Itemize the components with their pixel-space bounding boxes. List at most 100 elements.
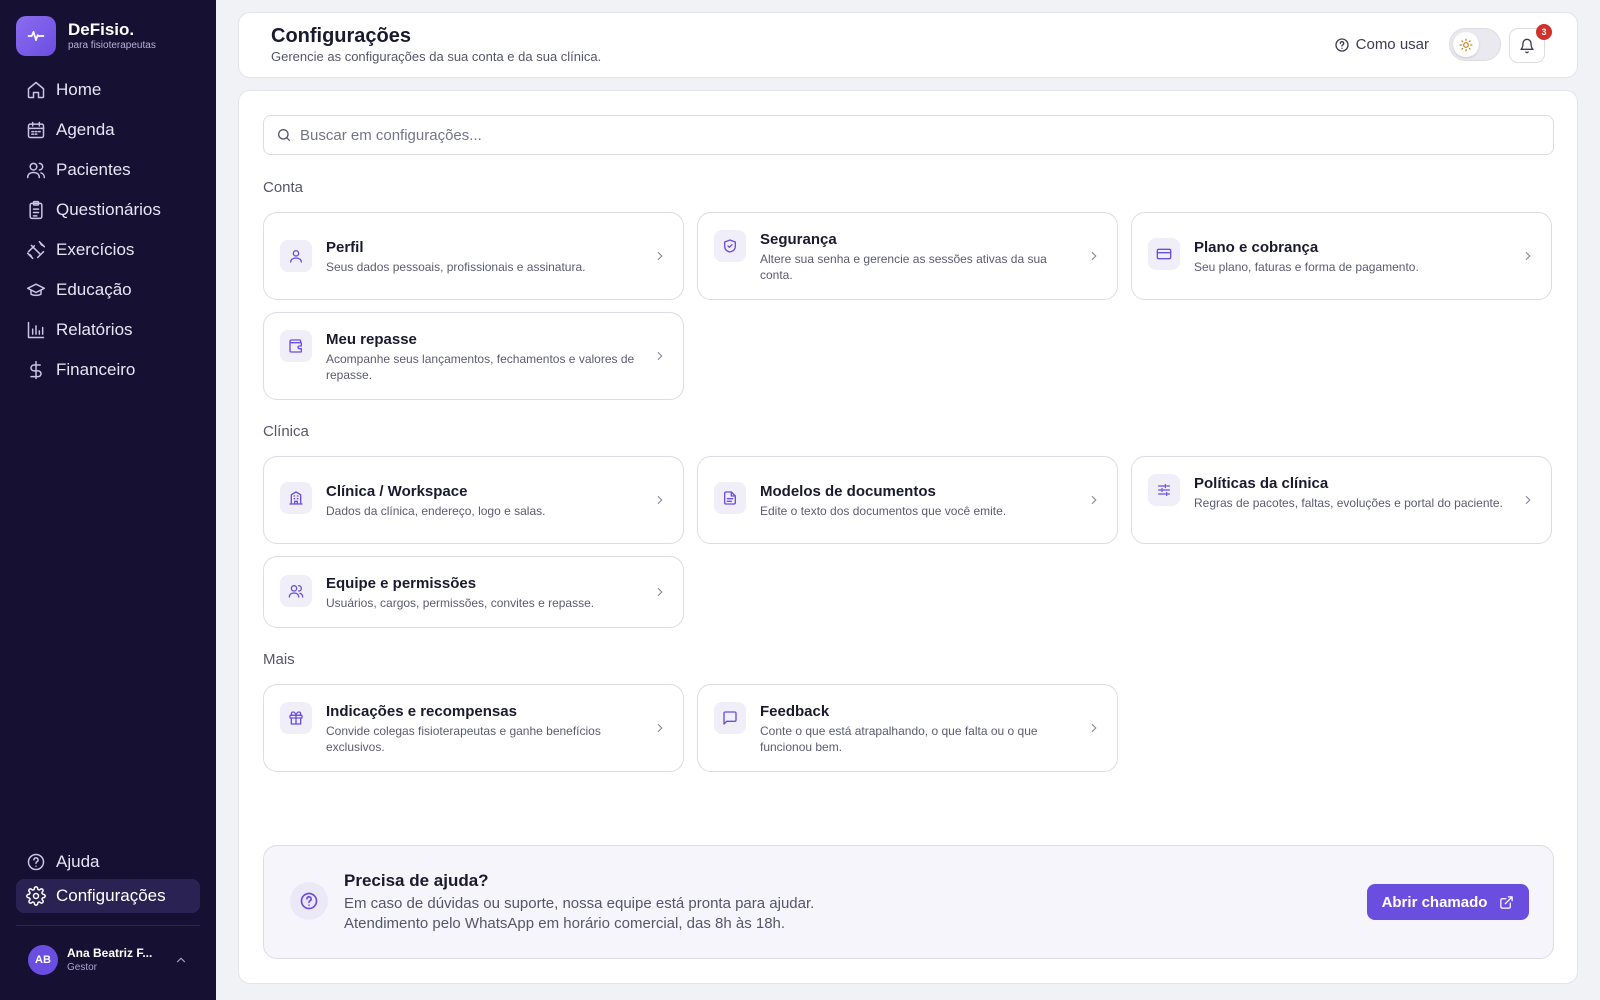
card-description: Seus dados pessoais, profissionais e ass… [326,260,586,274]
bottom-nav: Ajuda Configurações [16,845,200,913]
settings-panel: Conta Perfil Seus dados pessoais, profis… [238,90,1578,984]
section-label-mais: Mais [263,651,295,668]
chevron-right-icon [1525,495,1531,505]
nav-label: Educação [56,280,132,299]
nav-label: Configurações [56,886,166,905]
nav-label: Pacientes [56,160,131,179]
chevron-right-icon [1091,251,1097,261]
gift-icon [280,702,312,734]
how-to-button[interactable]: Como usar [1334,36,1429,53]
settings-card-repasse[interactable]: Meu repasse Acompanhe seus lançamentos, … [263,312,684,400]
card-title: Plano e cobrança [1194,239,1319,256]
open-ticket-label: Abrir chamado [1381,893,1488,911]
nav-item-financeiro[interactable]: Financeiro [16,353,200,387]
help-circle-icon [290,882,328,920]
card-description: Edite o texto dos documentos que você em… [760,504,1007,518]
settings-card-plano[interactable]: Plano e cobrança Seu plano, faturas e fo… [1131,212,1552,300]
settings-card-indicacoes[interactable]: Indicações e recompensas Convide colegas… [263,684,684,772]
page-header: Configurações Gerencie as configurações … [238,12,1578,78]
card-description: Seu plano, faturas e forma de pagamento. [1194,260,1419,274]
help-title: Precisa de ajuda? [344,871,489,890]
settings-card-feedback[interactable]: Feedback Conte o que está atrapalhando, … [697,684,1118,772]
nav-label: Agenda [56,120,115,139]
graduation-cap-icon [26,283,46,297]
nav-label: Questionários [56,200,161,219]
search-bar[interactable] [263,115,1554,155]
gear-icon [26,886,46,906]
nav-item-ajuda[interactable]: Ajuda [16,845,200,879]
user-icon [280,240,312,272]
nav-label: Exercícios [56,240,135,259]
wallet-icon [280,330,312,362]
help-circle-icon [1334,37,1349,52]
card-title: Clínica / Workspace [326,483,468,500]
settings-card-politicas[interactable]: Políticas da clínica Regras de pacotes, … [1131,456,1552,544]
brand-name: DeFisio. [68,20,135,39]
brand-subtitle: para fisioterapeutas [68,40,156,51]
theme-toggle[interactable] [1449,28,1501,61]
nav-item-exercicios[interactable]: Exercícios [16,233,200,267]
pulse-icon [16,16,56,56]
building-icon [280,482,312,514]
credit-card-icon [1148,238,1180,270]
user-menu[interactable]: AB Ana Beatriz F... Gestor [28,945,188,975]
card-title: Perfil [326,239,364,256]
nav-item-questionarios[interactable]: Questionários [16,193,200,227]
card-description: Dados da clínica, endereço, logo e salas… [326,504,546,518]
chevron-right-icon [657,495,663,505]
open-ticket-button[interactable]: Abrir chamado [1367,884,1529,920]
nav-item-home[interactable]: Home [16,73,200,107]
section-label-conta: Conta [263,179,304,196]
chevron-right-icon [1091,495,1097,505]
external-link-icon [1500,895,1514,909]
card-description: Regras de pacotes, faltas, evoluções e p… [1194,496,1503,510]
user-role: Gestor [67,962,98,973]
settings-card-equipe[interactable]: Equipe e permissões Usuários, cargos, pe… [263,556,684,628]
sun-icon [1453,32,1479,57]
settings-card-modelos[interactable]: Modelos de documentos Edite o texto dos … [697,456,1118,544]
chevron-right-icon [657,251,663,261]
page-subtitle: Gerencie as configurações da sua conta e… [271,49,602,64]
nav-item-pacientes[interactable]: Pacientes [16,153,200,187]
users-icon [26,162,46,179]
help-hours: Atendimento pelo WhatsApp em horário com… [344,915,786,932]
settings-card-clinica[interactable]: Clínica / Workspace Dados da clínica, en… [263,456,684,544]
bar-chart-icon [27,321,45,339]
chevron-right-icon [1525,251,1531,261]
brand[interactable]: DeFisio. para fisioterapeutas [16,16,156,56]
sliders-icon [1148,474,1180,506]
nav-label: Financeiro [56,360,136,379]
dumbbell-icon [26,240,46,260]
nav-item-agenda[interactable]: Agenda [16,113,200,147]
help-text: Em caso de dúvidas ou suporte, nossa equ… [344,895,815,912]
nav-label: Home [56,80,102,99]
nav-item-educacao[interactable]: Educação [16,273,200,307]
settings-card-perfil[interactable]: Perfil Seus dados pessoais, profissionai… [263,212,684,300]
main-nav: Home Agenda Pacientes Questionários Exer… [16,73,200,393]
nav-item-configuracoes[interactable]: Configurações [16,879,200,913]
notification-badge: 3 [1536,24,1552,40]
message-icon [714,702,746,734]
chevron-up-icon [176,957,186,963]
calendar-icon [27,121,45,139]
avatar: AB [28,945,58,975]
chevron-right-icon [1091,723,1097,733]
nav-item-relatorios[interactable]: Relatórios [16,313,200,347]
page-title: Configurações [271,25,412,47]
nav-label: Ajuda [56,852,100,871]
settings-card-seguranca[interactable]: Segurança Altere sua senha e gerencie as… [697,212,1118,300]
notifications-button[interactable]: 3 [1509,24,1552,63]
how-to-label: Como usar [1355,36,1429,53]
card-description: Convide colegas fisioterapeutas e ganhe … [326,724,601,754]
sidebar: DeFisio. para fisioterapeutas Home Agend… [0,0,216,1000]
search-input[interactable] [300,126,1553,144]
card-title: Feedback [760,703,830,720]
chevron-right-icon [657,723,663,733]
chevron-right-icon [657,351,663,361]
card-title: Modelos de documentos [760,483,936,500]
shield-icon [714,230,746,262]
section-label-clinica: Clínica [263,423,309,440]
team-icon [280,575,312,607]
chevron-right-icon [657,587,663,597]
dollar-icon [30,360,42,380]
